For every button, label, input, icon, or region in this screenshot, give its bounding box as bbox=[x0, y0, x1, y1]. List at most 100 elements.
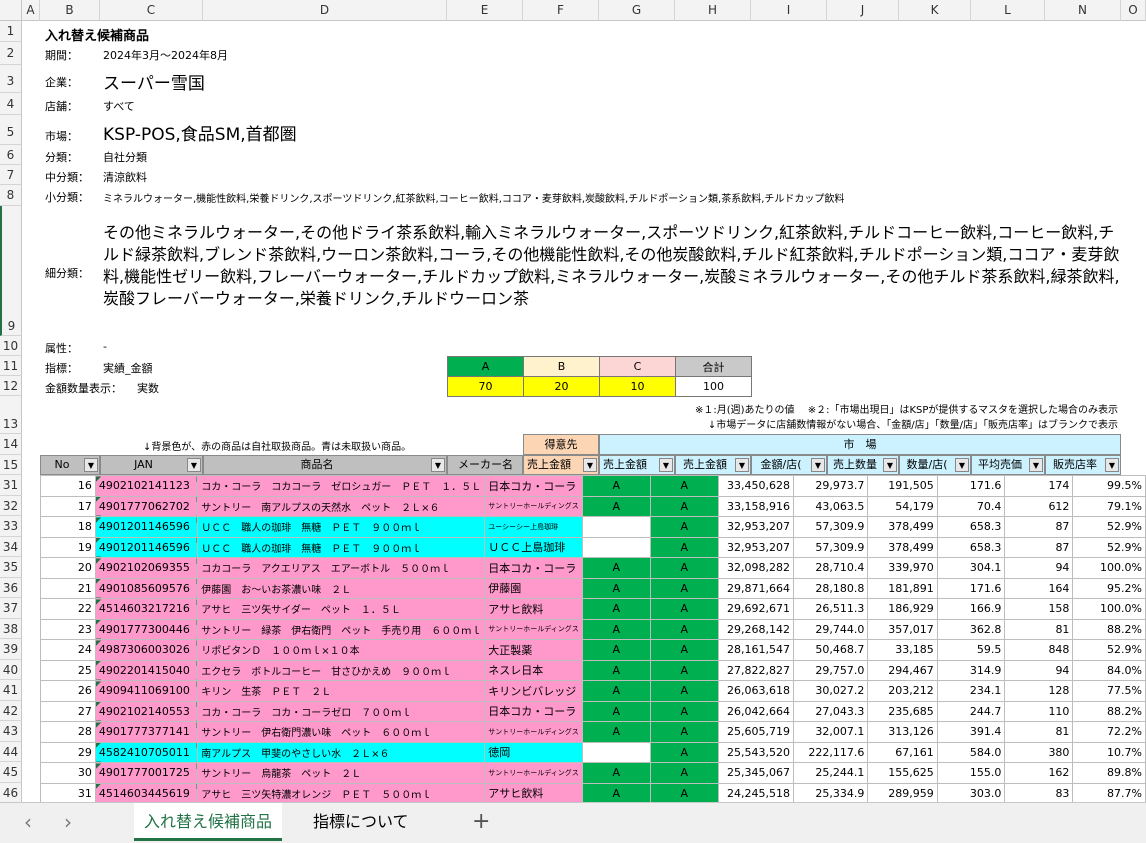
row-no[interactable]: 28 bbox=[40, 721, 96, 743]
store-rate[interactable]: 89.8% bbox=[1072, 762, 1146, 784]
row-header[interactable]: 10 bbox=[0, 336, 22, 356]
average-price[interactable]: 380 bbox=[1004, 741, 1074, 763]
maker-name[interactable]: サントリーホールディングス bbox=[484, 495, 583, 517]
store-rate[interactable]: 84.0% bbox=[1072, 659, 1146, 681]
average-price[interactable]: 174 bbox=[1004, 475, 1074, 497]
product-name[interactable]: コカ・コーラ コカ・コーラゼロ ７００ｍｌ bbox=[197, 700, 486, 722]
product-name[interactable]: ＵＣＣ 職人の珈琲 無糖 ＰＥＴ ９００ｍｌ bbox=[197, 536, 486, 558]
sales-quantity[interactable]: 378,499 bbox=[867, 536, 938, 558]
product-name[interactable]: サントリー 緑茶 伊右衛門 ペット 手売り用 ６００ｍｌ bbox=[197, 618, 486, 640]
col-header-b[interactable]: B bbox=[40, 0, 100, 21]
row-header[interactable]: 12 bbox=[0, 376, 22, 396]
store-rate[interactable]: 77.5% bbox=[1072, 680, 1146, 702]
sales-amount[interactable]: 33,158,916 bbox=[717, 495, 795, 517]
customer-abc-rank[interactable]: A bbox=[581, 639, 651, 661]
product-name[interactable]: アサヒ 三ツ矢特濃オレンジ ＰＥＴ ５００ｍｌ bbox=[197, 782, 486, 802]
product-name[interactable]: サントリー 南アルプスの天然水 ペット ２Ｌ×６ bbox=[197, 495, 486, 517]
quantity-per-store[interactable]: 70.4 bbox=[936, 495, 1006, 517]
market-abc-rank[interactable]: A bbox=[649, 516, 719, 538]
row-header[interactable]: 5 bbox=[0, 115, 22, 145]
customer-abc-rank[interactable]: A bbox=[581, 721, 651, 743]
store-rate[interactable]: 52.9% bbox=[1072, 536, 1146, 558]
maker-name[interactable]: 日本コカ・コーラ bbox=[484, 700, 583, 722]
customer-abc-rank[interactable]: A bbox=[581, 659, 651, 681]
header-no[interactable]: No ▼ bbox=[40, 455, 100, 475]
amount-per-store[interactable]: 29,744.0 bbox=[793, 618, 869, 640]
sales-quantity[interactable]: 181,891 bbox=[867, 577, 938, 599]
market-abc-rank[interactable]: A bbox=[649, 495, 719, 517]
sales-quantity[interactable]: 186,929 bbox=[867, 598, 938, 620]
quantity-per-store[interactable]: 658.3 bbox=[936, 516, 1006, 538]
row-no[interactable]: 18 bbox=[40, 516, 96, 538]
quantity-per-store[interactable]: 303.0 bbox=[936, 782, 1006, 802]
maker-name[interactable]: アサヒ飲料 bbox=[484, 598, 583, 620]
sales-quantity[interactable]: 235,685 bbox=[867, 700, 938, 722]
average-price[interactable]: 164 bbox=[1004, 577, 1074, 599]
col-header-l[interactable]: L bbox=[971, 0, 1045, 21]
amount-per-store[interactable]: 25,244.1 bbox=[793, 762, 869, 784]
market-abc-rank[interactable]: A bbox=[649, 659, 719, 681]
customer-abc-rank[interactable] bbox=[581, 536, 651, 558]
market-abc-rank[interactable]: A bbox=[649, 475, 719, 497]
filter-dropdown-icon[interactable]: ▼ bbox=[659, 458, 673, 472]
sales-quantity[interactable]: 313,126 bbox=[867, 721, 938, 743]
sales-quantity[interactable]: 191,505 bbox=[867, 475, 938, 497]
customer-abc-rank[interactable]: A bbox=[581, 598, 651, 620]
product-name[interactable]: 南アルプス 甲斐のやさしい水 ２Ｌ×６ bbox=[197, 741, 486, 763]
maker-name[interactable]: 日本コカ・コーラ bbox=[484, 557, 583, 579]
jan-code[interactable]: 4901085609576 bbox=[94, 577, 199, 599]
abc-b-label[interactable]: B bbox=[523, 356, 600, 377]
row-no[interactable]: 24 bbox=[40, 639, 96, 661]
header-market-abc[interactable]: 売上金額ABC▼ bbox=[599, 455, 675, 475]
amount-per-store[interactable]: 25,334.9 bbox=[793, 782, 869, 802]
jan-code[interactable]: 4902102069355 bbox=[94, 557, 199, 579]
market-abc-rank[interactable]: A bbox=[649, 680, 719, 702]
customer-abc-rank[interactable] bbox=[581, 741, 651, 763]
product-name[interactable]: 伊藤園 お～いお茶濃い味 ２Ｌ bbox=[197, 577, 486, 599]
row-no[interactable]: 16 bbox=[40, 475, 96, 497]
average-price[interactable]: 158 bbox=[1004, 598, 1074, 620]
header-quantity-per-store[interactable]: 数量/店(▼ bbox=[899, 455, 971, 475]
jan-code[interactable]: 4902201415040 bbox=[94, 659, 199, 681]
sales-quantity[interactable]: 67,161 bbox=[867, 741, 938, 763]
average-price[interactable]: 83 bbox=[1004, 782, 1074, 802]
row-header[interactable]: 31 bbox=[0, 475, 22, 496]
market-abc-rank[interactable]: A bbox=[649, 639, 719, 661]
sales-quantity[interactable]: 289,959 bbox=[867, 782, 938, 802]
header-average-price[interactable]: 平均売価 ▼ bbox=[971, 455, 1045, 475]
row-header[interactable]: 46 bbox=[0, 782, 22, 802]
row-header[interactable]: 13 bbox=[0, 396, 22, 434]
filter-dropdown-icon[interactable]: ▼ bbox=[883, 458, 897, 472]
sales-amount[interactable]: 24,245,518 bbox=[717, 782, 795, 802]
quantity-per-store[interactable]: 362.8 bbox=[936, 618, 1006, 640]
row-header[interactable]: 39 bbox=[0, 639, 22, 660]
market-abc-rank[interactable]: A bbox=[649, 557, 719, 579]
row-header[interactable]: 11 bbox=[0, 356, 22, 376]
quantity-per-store[interactable]: 234.1 bbox=[936, 680, 1006, 702]
sales-amount[interactable]: 28,161,547 bbox=[717, 639, 795, 661]
sales-amount[interactable]: 32,098,282 bbox=[717, 557, 795, 579]
customer-abc-rank[interactable]: A bbox=[581, 782, 651, 802]
average-price[interactable]: 87 bbox=[1004, 516, 1074, 538]
jan-code[interactable]: 4901201146596 bbox=[94, 516, 199, 538]
amount-per-store[interactable]: 29,973.7 bbox=[793, 475, 869, 497]
row-header[interactable]: 35 bbox=[0, 557, 22, 578]
header-maker[interactable]: メーカー名 bbox=[447, 455, 523, 475]
row-no[interactable]: 22 bbox=[40, 598, 96, 620]
filter-dropdown-icon[interactable]: ▼ bbox=[187, 458, 201, 472]
jan-code[interactable]: 4909411069100 bbox=[94, 680, 199, 702]
col-header-i[interactable]: I bbox=[751, 0, 827, 21]
maker-name[interactable]: ＵＣＣ上島珈琲 bbox=[484, 536, 583, 558]
market-abc-rank[interactable]: A bbox=[649, 536, 719, 558]
header-customer-abc[interactable]: 売上金額ABC▼ bbox=[523, 455, 599, 475]
quantity-per-store[interactable]: 59.5 bbox=[936, 639, 1006, 661]
customer-abc-rank[interactable]: A bbox=[581, 475, 651, 497]
store-rate[interactable]: 72.2% bbox=[1072, 721, 1146, 743]
row-header[interactable]: 33 bbox=[0, 516, 22, 537]
filter-dropdown-icon[interactable]: ▼ bbox=[1105, 458, 1119, 472]
header-jan[interactable]: JAN ▼ bbox=[100, 455, 203, 475]
sales-amount[interactable]: 27,822,827 bbox=[717, 659, 795, 681]
sales-amount[interactable]: 25,345,067 bbox=[717, 762, 795, 784]
sales-amount[interactable]: 25,543,520 bbox=[717, 741, 795, 763]
filter-dropdown-icon[interactable]: ▼ bbox=[735, 458, 749, 472]
